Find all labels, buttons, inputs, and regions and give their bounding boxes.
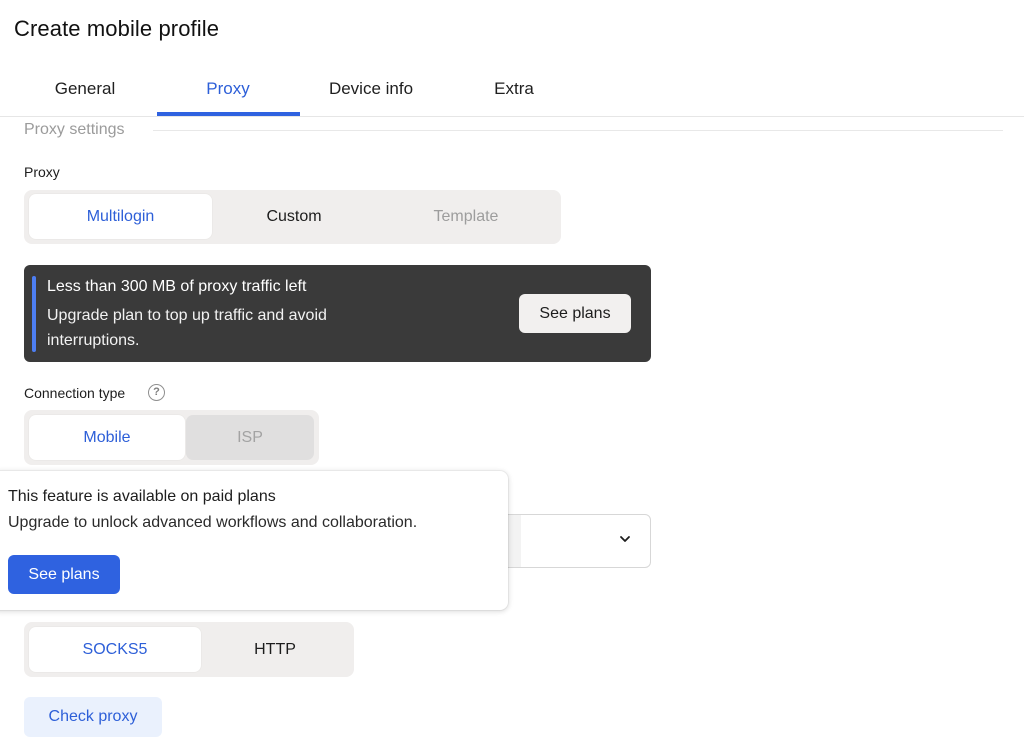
- proxy-option-multilogin[interactable]: Multilogin: [29, 194, 212, 239]
- chevron-down-icon[interactable]: [617, 531, 633, 547]
- protocol-option-http[interactable]: HTTP: [201, 627, 349, 672]
- check-proxy-button[interactable]: Check proxy: [24, 697, 162, 737]
- banner-accent-bar: [32, 276, 36, 352]
- create-profile-page: Create mobile profile General Proxy Devi…: [0, 0, 1024, 754]
- tab-bar: General Proxy Device info Extra: [0, 62, 1024, 117]
- popover-text: Upgrade to unlock advanced workflows and…: [8, 514, 418, 531]
- section-divider: [153, 130, 1003, 131]
- tab-proxy[interactable]: Proxy: [157, 62, 299, 116]
- section-title: Proxy settings: [24, 121, 125, 138]
- protocol-segmented-control: SOCKS5 HTTP: [24, 622, 354, 677]
- banner-text: Upgrade plan to top up traffic and avoid…: [47, 307, 327, 349]
- popover-title: This feature is available on paid plans: [8, 488, 276, 505]
- tab-extra[interactable]: Extra: [443, 62, 585, 116]
- tab-general[interactable]: General: [14, 62, 156, 116]
- page-title: Create mobile profile: [14, 16, 220, 41]
- question-circle-icon[interactable]: ?: [148, 384, 165, 401]
- connection-option-isp[interactable]: ISP: [186, 415, 314, 460]
- protocol-option-socks5[interactable]: SOCKS5: [29, 627, 201, 672]
- connection-type-segmented-control: Mobile ISP: [24, 410, 319, 465]
- proxy-type-segmented-control: Multilogin Custom Template: [24, 190, 561, 244]
- connection-type-label: Connection type: [24, 385, 126, 401]
- paid-plan-popover: This feature is available on paid plans …: [0, 471, 508, 610]
- popover-see-plans-button[interactable]: See plans: [8, 555, 120, 594]
- proxy-option-custom[interactable]: Custom: [212, 194, 376, 239]
- connection-option-mobile[interactable]: Mobile: [29, 415, 185, 460]
- tab-device-info[interactable]: Device info: [300, 62, 442, 116]
- active-tab-indicator: [157, 112, 300, 116]
- traffic-warning-banner: Less than 300 MB of proxy traffic left U…: [24, 265, 651, 362]
- proxy-option-template[interactable]: Template: [376, 194, 556, 239]
- select-inner-shade: [506, 515, 521, 567]
- banner-title: Less than 300 MB of proxy traffic left: [47, 278, 307, 295]
- proxy-label: Proxy: [24, 164, 60, 180]
- banner-see-plans-button[interactable]: See plans: [519, 294, 631, 333]
